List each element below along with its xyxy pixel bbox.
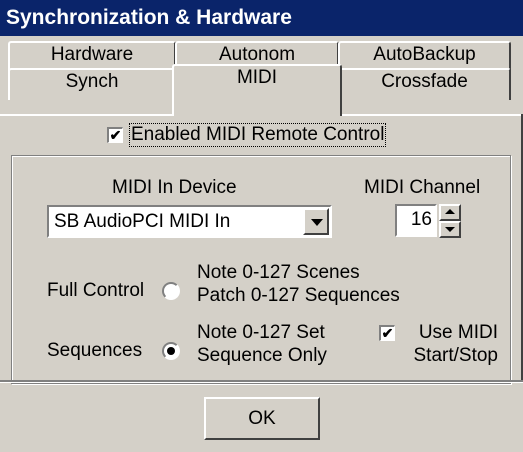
enable-midi-remote-row[interactable]: ✔ Enabled MIDI Remote Control xyxy=(107,120,387,150)
tab-midi[interactable]: MIDI xyxy=(172,64,342,116)
ok-button[interactable]: OK xyxy=(204,397,320,440)
sequences-description: Note 0-127 Set Sequence Only xyxy=(197,321,327,367)
spin-up-icon[interactable] xyxy=(439,204,461,221)
tab-hardware[interactable]: Hardware xyxy=(8,41,176,71)
footer-divider-highlight xyxy=(0,382,523,383)
midi-in-device-label: MIDI In Device xyxy=(112,177,237,198)
use-midi-checkbox[interactable]: ✔ xyxy=(379,325,395,341)
use-midi-line1: Use MIDI xyxy=(418,322,498,343)
midi-in-device-value: SB AudioPCI MIDI In xyxy=(54,211,231,232)
sequences-line1: Note 0-127 Set xyxy=(197,322,325,343)
full-control-label: Full Control xyxy=(47,280,145,301)
use-midi-label: Use MIDI Start/Stop xyxy=(398,321,499,367)
full-control-description: Note 0-127 Scenes Patch 0-127 Sequences xyxy=(197,261,400,307)
window-title: Synchronization & Hardware xyxy=(0,0,523,36)
full-control-radio[interactable] xyxy=(162,282,180,300)
tab-synch[interactable]: Synch xyxy=(8,68,176,100)
spin-down-icon[interactable] xyxy=(439,221,461,238)
full-control-line2: Patch 0-127 Sequences xyxy=(197,285,400,306)
sequences-line2: Sequence Only xyxy=(197,345,327,366)
sequences-label: Sequences xyxy=(47,340,143,361)
dropdown-arrow-icon[interactable] xyxy=(303,208,329,235)
enable-midi-remote-label: Enabled MIDI Remote Control xyxy=(128,123,387,147)
midi-channel-label: MIDI Channel xyxy=(364,177,481,198)
use-midi-line2: Start/Stop xyxy=(413,345,499,366)
midi-channel-input[interactable]: 16 xyxy=(395,204,437,237)
full-control-line1: Note 0-127 Scenes xyxy=(197,262,360,283)
checkbox-checked-icon[interactable]: ✔ xyxy=(107,127,123,143)
tab-crossfade[interactable]: Crossfade xyxy=(338,68,511,100)
midi-in-device-select[interactable]: SB AudioPCI MIDI In xyxy=(47,205,332,238)
radio-selected-dot xyxy=(167,347,175,355)
tab-autobackup[interactable]: AutoBackup xyxy=(338,41,511,71)
sequences-radio[interactable] xyxy=(162,342,180,360)
